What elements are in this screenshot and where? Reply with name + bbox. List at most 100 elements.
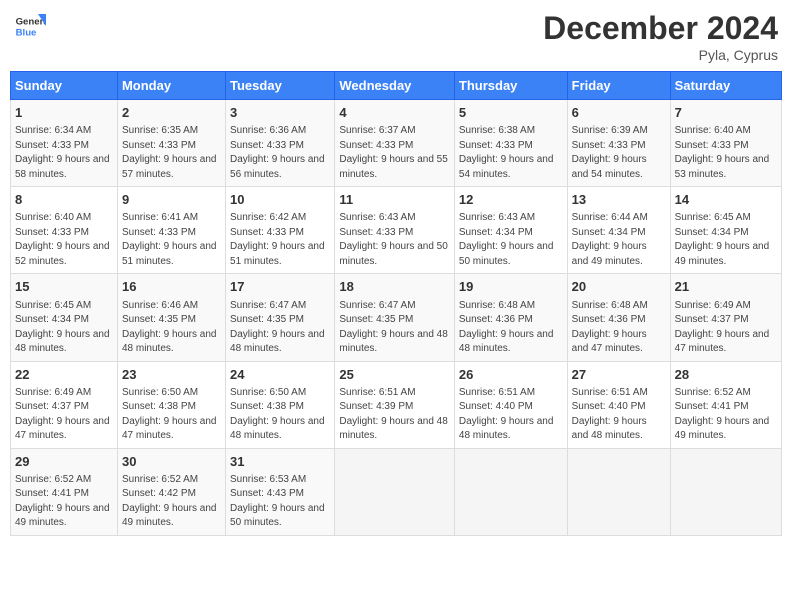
col-wednesday: Wednesday (335, 72, 455, 100)
cell-info: Sunrise: 6:45 AMSunset: 4:34 PMDaylight:… (15, 299, 113, 357)
calendar-cell: 21 Sunrise: 6:49 AMSunset: 4:37 PMDaylig… (670, 274, 781, 361)
calendar-cell: 2 Sunrise: 6:35 AMSunset: 4:33 PMDayligh… (117, 100, 225, 187)
cell-info: Sunrise: 6:43 AMSunset: 4:33 PMDaylight:… (339, 211, 450, 269)
title-block: December 2024 Pyla, Cyprus (543, 10, 778, 63)
col-sunday: Sunday (11, 72, 118, 100)
day-number: 1 (15, 104, 113, 122)
calendar-cell: 31 Sunrise: 6:53 AMSunset: 4:43 PMDaylig… (226, 448, 335, 535)
cell-info: Sunrise: 6:48 AMSunset: 4:36 PMDaylight:… (459, 299, 563, 357)
calendar-cell (670, 448, 781, 535)
logo: General Blue (14, 10, 46, 42)
cell-info: Sunrise: 6:53 AMSunset: 4:43 PMDaylight:… (230, 473, 330, 531)
day-number: 16 (122, 278, 221, 296)
day-number: 5 (459, 104, 563, 122)
cell-info: Sunrise: 6:35 AMSunset: 4:33 PMDaylight:… (122, 124, 221, 182)
cell-info: Sunrise: 6:48 AMSunset: 4:36 PMDaylight:… (572, 299, 666, 357)
calendar-cell (567, 448, 670, 535)
calendar-cell: 3 Sunrise: 6:36 AMSunset: 4:33 PMDayligh… (226, 100, 335, 187)
cell-info: Sunrise: 6:50 AMSunset: 4:38 PMDaylight:… (122, 386, 221, 444)
cell-info: Sunrise: 6:40 AMSunset: 4:33 PMDaylight:… (15, 211, 113, 269)
calendar-table: Sunday Monday Tuesday Wednesday Thursday… (10, 71, 782, 536)
col-tuesday: Tuesday (226, 72, 335, 100)
calendar-cell: 30 Sunrise: 6:52 AMSunset: 4:42 PMDaylig… (117, 448, 225, 535)
day-number: 13 (572, 191, 666, 209)
day-number: 4 (339, 104, 450, 122)
calendar-week-row: 1 Sunrise: 6:34 AMSunset: 4:33 PMDayligh… (11, 100, 782, 187)
calendar-week-row: 15 Sunrise: 6:45 AMSunset: 4:34 PMDaylig… (11, 274, 782, 361)
day-number: 12 (459, 191, 563, 209)
cell-info: Sunrise: 6:51 AMSunset: 4:40 PMDaylight:… (459, 386, 563, 444)
calendar-week-row: 29 Sunrise: 6:52 AMSunset: 4:41 PMDaylig… (11, 448, 782, 535)
location-subtitle: Pyla, Cyprus (543, 47, 778, 63)
col-saturday: Saturday (670, 72, 781, 100)
day-number: 22 (15, 366, 113, 384)
calendar-cell: 22 Sunrise: 6:49 AMSunset: 4:37 PMDaylig… (11, 361, 118, 448)
day-number: 31 (230, 453, 330, 471)
cell-info: Sunrise: 6:52 AMSunset: 4:41 PMDaylight:… (15, 473, 113, 531)
calendar-cell: 10 Sunrise: 6:42 AMSunset: 4:33 PMDaylig… (226, 187, 335, 274)
cell-info: Sunrise: 6:40 AMSunset: 4:33 PMDaylight:… (675, 124, 777, 182)
calendar-cell: 17 Sunrise: 6:47 AMSunset: 4:35 PMDaylig… (226, 274, 335, 361)
calendar-cell: 20 Sunrise: 6:48 AMSunset: 4:36 PMDaylig… (567, 274, 670, 361)
calendar-cell (335, 448, 455, 535)
col-monday: Monday (117, 72, 225, 100)
calendar-cell: 16 Sunrise: 6:46 AMSunset: 4:35 PMDaylig… (117, 274, 225, 361)
calendar-cell: 11 Sunrise: 6:43 AMSunset: 4:33 PMDaylig… (335, 187, 455, 274)
cell-info: Sunrise: 6:51 AMSunset: 4:39 PMDaylight:… (339, 386, 450, 444)
calendar-cell: 23 Sunrise: 6:50 AMSunset: 4:38 PMDaylig… (117, 361, 225, 448)
col-friday: Friday (567, 72, 670, 100)
cell-info: Sunrise: 6:44 AMSunset: 4:34 PMDaylight:… (572, 211, 666, 269)
calendar-cell: 25 Sunrise: 6:51 AMSunset: 4:39 PMDaylig… (335, 361, 455, 448)
day-number: 26 (459, 366, 563, 384)
cell-info: Sunrise: 6:51 AMSunset: 4:40 PMDaylight:… (572, 386, 666, 444)
cell-info: Sunrise: 6:46 AMSunset: 4:35 PMDaylight:… (122, 299, 221, 357)
calendar-cell: 19 Sunrise: 6:48 AMSunset: 4:36 PMDaylig… (454, 274, 567, 361)
cell-info: Sunrise: 6:37 AMSunset: 4:33 PMDaylight:… (339, 124, 450, 182)
calendar-body: 1 Sunrise: 6:34 AMSunset: 4:33 PMDayligh… (11, 100, 782, 536)
day-number: 23 (122, 366, 221, 384)
day-number: 25 (339, 366, 450, 384)
day-number: 15 (15, 278, 113, 296)
svg-text:Blue: Blue (16, 28, 37, 39)
day-number: 10 (230, 191, 330, 209)
calendar-cell: 27 Sunrise: 6:51 AMSunset: 4:40 PMDaylig… (567, 361, 670, 448)
cell-info: Sunrise: 6:42 AMSunset: 4:33 PMDaylight:… (230, 211, 330, 269)
cell-info: Sunrise: 6:49 AMSunset: 4:37 PMDaylight:… (675, 299, 777, 357)
day-number: 24 (230, 366, 330, 384)
calendar-cell: 5 Sunrise: 6:38 AMSunset: 4:33 PMDayligh… (454, 100, 567, 187)
calendar-cell: 29 Sunrise: 6:52 AMSunset: 4:41 PMDaylig… (11, 448, 118, 535)
calendar-cell: 15 Sunrise: 6:45 AMSunset: 4:34 PMDaylig… (11, 274, 118, 361)
calendar-cell (454, 448, 567, 535)
day-number: 9 (122, 191, 221, 209)
day-number: 28 (675, 366, 777, 384)
calendar-cell: 14 Sunrise: 6:45 AMSunset: 4:34 PMDaylig… (670, 187, 781, 274)
day-number: 17 (230, 278, 330, 296)
day-number: 3 (230, 104, 330, 122)
calendar-week-row: 22 Sunrise: 6:49 AMSunset: 4:37 PMDaylig… (11, 361, 782, 448)
cell-info: Sunrise: 6:45 AMSunset: 4:34 PMDaylight:… (675, 211, 777, 269)
day-number: 29 (15, 453, 113, 471)
calendar-cell: 1 Sunrise: 6:34 AMSunset: 4:33 PMDayligh… (11, 100, 118, 187)
day-number: 18 (339, 278, 450, 296)
cell-info: Sunrise: 6:36 AMSunset: 4:33 PMDaylight:… (230, 124, 330, 182)
calendar-cell: 26 Sunrise: 6:51 AMSunset: 4:40 PMDaylig… (454, 361, 567, 448)
calendar-cell: 8 Sunrise: 6:40 AMSunset: 4:33 PMDayligh… (11, 187, 118, 274)
cell-info: Sunrise: 6:47 AMSunset: 4:35 PMDaylight:… (339, 299, 450, 357)
cell-info: Sunrise: 6:39 AMSunset: 4:33 PMDaylight:… (572, 124, 666, 182)
cell-info: Sunrise: 6:43 AMSunset: 4:34 PMDaylight:… (459, 211, 563, 269)
calendar-cell: 7 Sunrise: 6:40 AMSunset: 4:33 PMDayligh… (670, 100, 781, 187)
logo-icon: General Blue (14, 10, 46, 42)
calendar-cell: 6 Sunrise: 6:39 AMSunset: 4:33 PMDayligh… (567, 100, 670, 187)
day-number: 21 (675, 278, 777, 296)
main-title: December 2024 (543, 10, 778, 47)
cell-info: Sunrise: 6:49 AMSunset: 4:37 PMDaylight:… (15, 386, 113, 444)
cell-info: Sunrise: 6:34 AMSunset: 4:33 PMDaylight:… (15, 124, 113, 182)
cell-info: Sunrise: 6:47 AMSunset: 4:35 PMDaylight:… (230, 299, 330, 357)
calendar-cell: 9 Sunrise: 6:41 AMSunset: 4:33 PMDayligh… (117, 187, 225, 274)
day-number: 20 (572, 278, 666, 296)
calendar-header-row: Sunday Monday Tuesday Wednesday Thursday… (11, 72, 782, 100)
cell-info: Sunrise: 6:41 AMSunset: 4:33 PMDaylight:… (122, 211, 221, 269)
day-number: 11 (339, 191, 450, 209)
page-header: General Blue December 2024 Pyla, Cyprus (10, 10, 782, 63)
calendar-cell: 4 Sunrise: 6:37 AMSunset: 4:33 PMDayligh… (335, 100, 455, 187)
